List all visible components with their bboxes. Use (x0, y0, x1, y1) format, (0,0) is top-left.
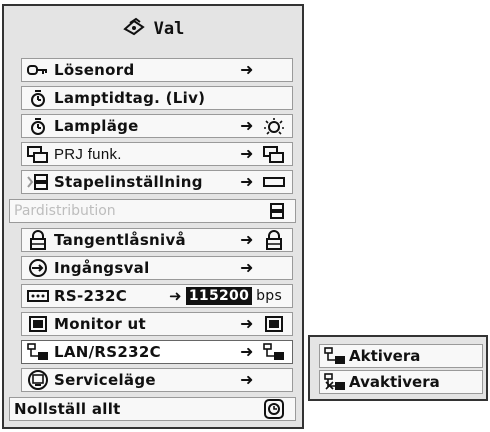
menu-item-key-lock-level[interactable]: Tangentlåsnivå ➜ (21, 228, 293, 252)
submenu-arrow-icon: ➜ (240, 230, 254, 249)
menu-item-label: Monitor ut (54, 315, 146, 333)
menu-item-stack-setting[interactable]: Stapelinställning ➜ (21, 170, 293, 194)
key-icon (27, 61, 49, 79)
menu-item-lan-rs232c[interactable]: LAN/RS232C ➜ (21, 340, 293, 364)
monitor-out-state-icon (262, 315, 286, 333)
lamp-timer-icon (27, 89, 49, 107)
lan-icon (27, 343, 49, 361)
menu-item-label: LAN/RS232C (54, 343, 161, 361)
padlock-icon (27, 230, 49, 250)
submenu-arrow-icon: ➜ (169, 287, 182, 305)
submenu-item-label: Avaktivera (349, 373, 440, 391)
baud-rate-unit: bps (256, 288, 283, 304)
stack-state-icon (262, 173, 286, 191)
monitor-out-icon (27, 315, 49, 333)
menu-item-label: Serviceläge (54, 371, 156, 389)
submenu-arrow-icon: ➜ (240, 342, 254, 361)
menu-item-label: Lamptidtag. (Liv) (54, 89, 206, 107)
lan-state-icon (262, 343, 286, 361)
stack-icon (27, 173, 49, 191)
lan-enable-icon (324, 347, 346, 365)
stack-state-icon (265, 202, 289, 220)
menu-item-monitor-out[interactable]: Monitor ut ➜ (21, 312, 293, 336)
menu-item-lamp-mode[interactable]: Lampläge ➜ (21, 114, 293, 138)
lamp-timer-icon (27, 117, 49, 135)
menu-item-lamp-timer[interactable]: Lamptidtag. (Liv) (21, 86, 293, 110)
menu-title-text: Val (153, 19, 185, 39)
submenu-arrow-icon: ➜ (240, 258, 254, 277)
submenu-arrow-icon: ➜ (240, 144, 254, 163)
baud-rate-setting: ➜ 115200 bps (169, 287, 282, 305)
submenu-arrow-icon: ➜ (240, 370, 254, 389)
service-mode-icon (27, 370, 49, 390)
submenu-arrow-icon: ➜ (240, 172, 254, 191)
menu-item-label: Lösenord (54, 61, 135, 79)
menu-item-input-select[interactable]: Ingångsval ➜ (21, 256, 293, 280)
lan-rs232c-submenu: Aktivera Avaktivera (308, 335, 488, 401)
menu-item-label: Lampläge (54, 117, 139, 135)
menu-item-service-mode[interactable]: Serviceläge ➜ (21, 368, 293, 392)
prj-function-icon (27, 145, 49, 163)
submenu-item-disable[interactable]: Avaktivera (319, 370, 483, 394)
submenu-item-enable[interactable]: Aktivera (319, 344, 483, 368)
lamp-mode-state-icon (262, 117, 286, 135)
prj-function-state-icon (262, 145, 286, 163)
reset-icon (262, 399, 286, 419)
input-select-icon (27, 259, 49, 277)
submenu-arrow-icon: ➜ (240, 116, 254, 135)
menu-item-label: PRJ funk. (54, 145, 122, 163)
menu-item-prj-function[interactable]: PRJ funk. ➜ (21, 142, 293, 166)
submenu-arrow-icon: ➜ (240, 314, 254, 333)
baud-rate-value: 115200 (185, 287, 253, 305)
menu-item-label: Stapelinställning (54, 173, 203, 191)
menu-item-password[interactable]: Lösenord ➜ (21, 58, 293, 82)
rs232c-port-icon (27, 287, 49, 305)
menu-title: Val (4, 6, 302, 52)
options-menu: Val Lösenord ➜ Lamptidtag. (Liv) Lampläg… (2, 4, 304, 429)
menu-item-label: Pardistribution (14, 203, 116, 219)
wrench-icon (122, 17, 146, 42)
menu-item-reset-all[interactable]: Nollställ allt (9, 397, 296, 421)
padlock-state-icon (262, 230, 286, 250)
menu-item-rs232c[interactable]: RS-232C ➜ 115200 bps (21, 284, 293, 308)
menu-item-label: Ingångsval (54, 259, 150, 277)
menu-item-label: Tangentlåsnivå (54, 231, 186, 249)
submenu-item-label: Aktivera (349, 347, 421, 365)
menu-item-pair-distribution: Pardistribution (9, 199, 296, 223)
lan-disable-icon (324, 373, 346, 391)
submenu-arrow-icon: ➜ (240, 60, 254, 79)
menu-item-label: Nollställ allt (14, 400, 121, 418)
